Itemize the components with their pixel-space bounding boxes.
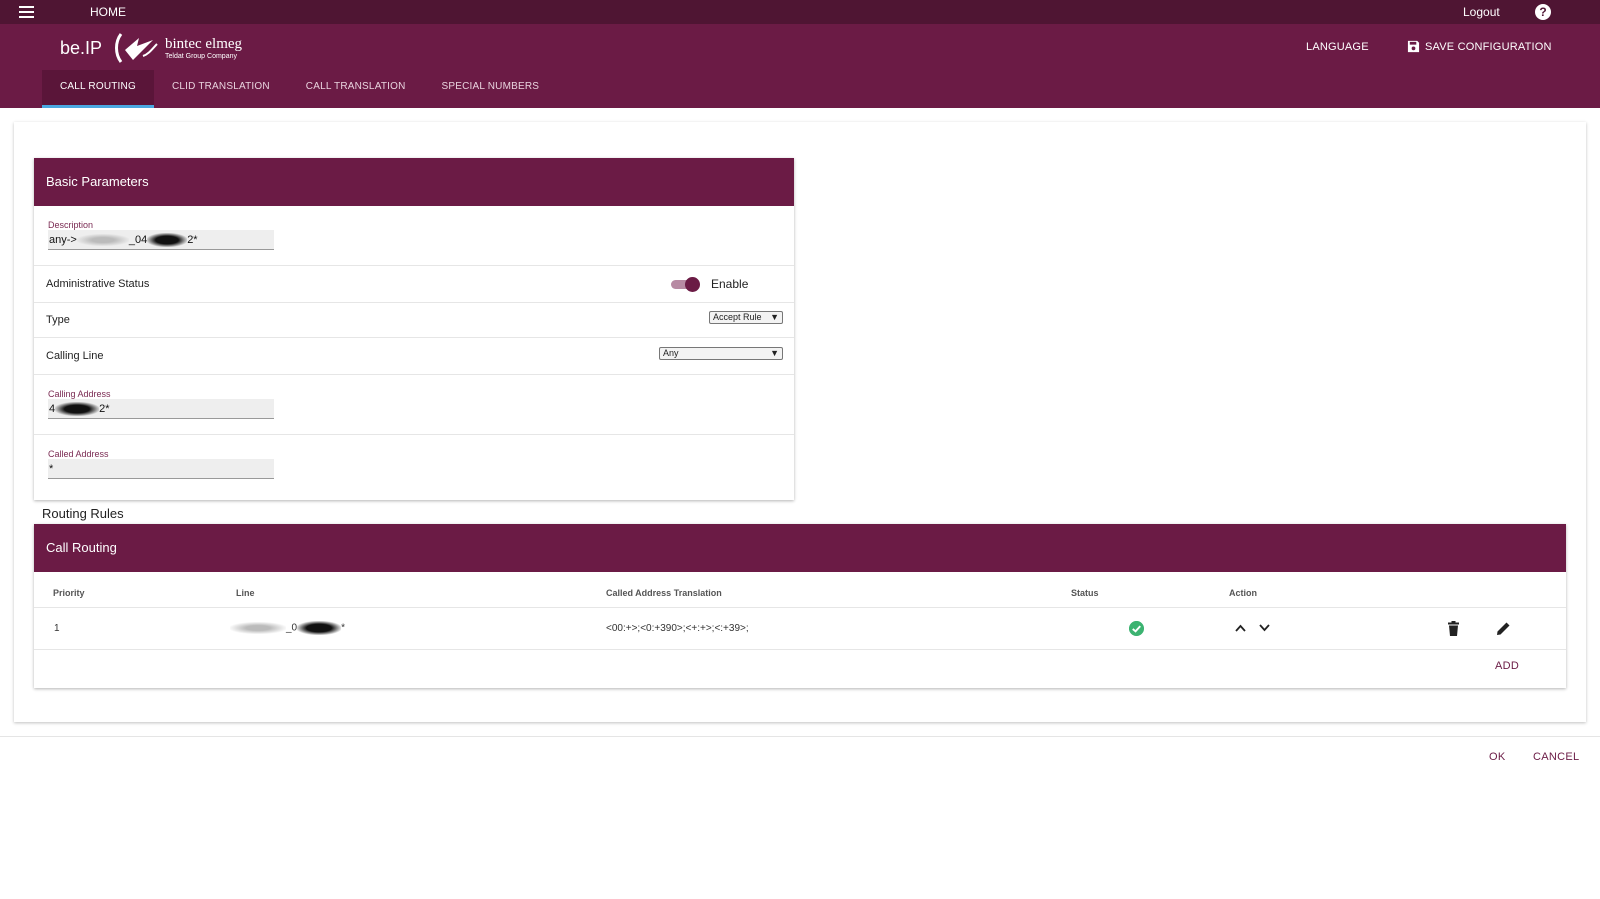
redacted-blur [230,622,286,634]
top-bar: HOME Logout ? [0,0,1600,24]
description-value-prefix: any-> [49,234,77,246]
description-row: Description any-> _04 2* [34,206,794,266]
admin-status-label: Administrative Status [46,278,150,290]
row-line-suffix: * [341,622,346,634]
type-label: Type [46,314,70,326]
type-selected-value: Accept Rule [713,312,762,322]
help-icon[interactable]: ? [1535,4,1551,20]
redacted-blur [55,402,100,417]
tab-special-numbers[interactable]: SPECIAL NUMBERS [424,70,558,108]
description-value-mid: _04 [128,234,148,246]
brand-name: bintec elmeg [165,36,243,52]
calling-line-selected-value: Any [663,348,679,358]
type-row: Type Accept Rule ▼ [34,303,794,338]
brand-logo: bintec elmeg Teldat Group Company [113,30,242,66]
brand-tagline: Teldat Group Company [165,53,237,60]
move-down-icon[interactable] [1259,624,1270,632]
column-status: Status [1071,588,1099,598]
description-label: Description [48,220,94,230]
floppy-disk-icon [1407,40,1420,53]
column-priority: Priority [53,588,85,598]
row-line: _0 * [230,621,345,635]
call-routing-panel: Call Routing Priority Line Called Addres… [34,524,1566,688]
add-button[interactable]: ADD [1495,660,1519,672]
calling-line-row: Calling Line Any ▼ [34,338,794,375]
footer-divider [0,736,1600,737]
calling-address-label: Calling Address [48,389,111,399]
tab-clid-translation[interactable]: CLID TRANSLATION [154,70,288,108]
calling-address-value-suffix: 2* [99,403,110,415]
move-up-icon[interactable] [1235,624,1246,632]
row-priority: 1 [54,623,60,634]
basic-parameters-title: Basic Parameters [34,158,794,206]
hamburger-menu-icon[interactable] [19,6,34,18]
language-button[interactable]: LANGUAGE [1306,41,1369,53]
calling-line-label: Calling Line [46,350,104,362]
ok-button[interactable]: OK [1489,751,1506,763]
logout-link[interactable]: Logout [1463,5,1500,19]
redacted-blur [297,621,342,635]
description-input[interactable]: any-> _04 2* [48,230,274,250]
calling-address-row: Calling Address 4 2* [34,375,794,435]
admin-status-row: Administrative Status Enable [34,266,794,303]
description-value-suffix: 2* [187,234,198,246]
app-title: be.IP [60,38,103,58]
enable-label: Enable [711,277,749,291]
toggle-knob [685,277,700,292]
save-configuration-label: SAVE CONFIGURATION [1425,40,1552,53]
edit-pencil-icon[interactable] [1496,621,1511,636]
called-address-input[interactable]: * [48,459,274,479]
column-line: Line [236,588,255,598]
home-link[interactable]: HOME [90,5,126,19]
call-routing-title: Call Routing [34,524,1566,572]
routing-rules-heading: Routing Rules [42,506,124,521]
bird-logo-icon [115,33,158,63]
redacted-blur [76,234,129,247]
admin-status-toggle[interactable] [671,277,700,292]
cancel-button[interactable]: CANCEL [1533,751,1579,763]
called-address-label: Called Address [48,449,109,459]
table-header: Priority Line Called Address Translation… [34,572,1566,608]
row-line-mid: _0 [286,622,298,634]
tab-call-translation[interactable]: CALL TRANSLATION [288,70,424,108]
column-called-address-translation: Called Address Translation [606,588,722,598]
row-translation: <00:+>;<0:+390>;<+:+>;<:+39>; [606,623,749,634]
tab-bar: CALL ROUTING CLID TRANSLATION CALL TRANS… [42,70,557,108]
type-select[interactable]: Accept Rule ▼ [709,311,783,324]
calling-address-input[interactable]: 4 2* [48,399,274,419]
main-content-card: Basic Parameters Description any-> _04 2* … [14,122,1586,722]
table-row: 1 _0 * <00:+>;<0:+390>;<+:+>;<:+39>; [34,608,1566,650]
save-configuration-button[interactable]: SAVE CONFIGURATION [1407,40,1552,53]
basic-parameters-panel: Basic Parameters Description any-> _04 2* … [34,158,794,500]
redacted-blur [147,233,188,248]
dropdown-arrow-icon: ▼ [770,312,779,322]
tab-call-routing[interactable]: CALL ROUTING [42,70,154,108]
status-ok-icon [1129,621,1144,636]
dropdown-arrow-icon: ▼ [770,348,779,358]
delete-icon[interactable] [1448,621,1459,636]
app-header: be.IP bintec elmeg Teldat Group Company … [0,24,1600,108]
called-address-row: Called Address * [34,435,794,495]
column-action: Action [1229,588,1257,598]
calling-line-select[interactable]: Any ▼ [659,347,783,360]
